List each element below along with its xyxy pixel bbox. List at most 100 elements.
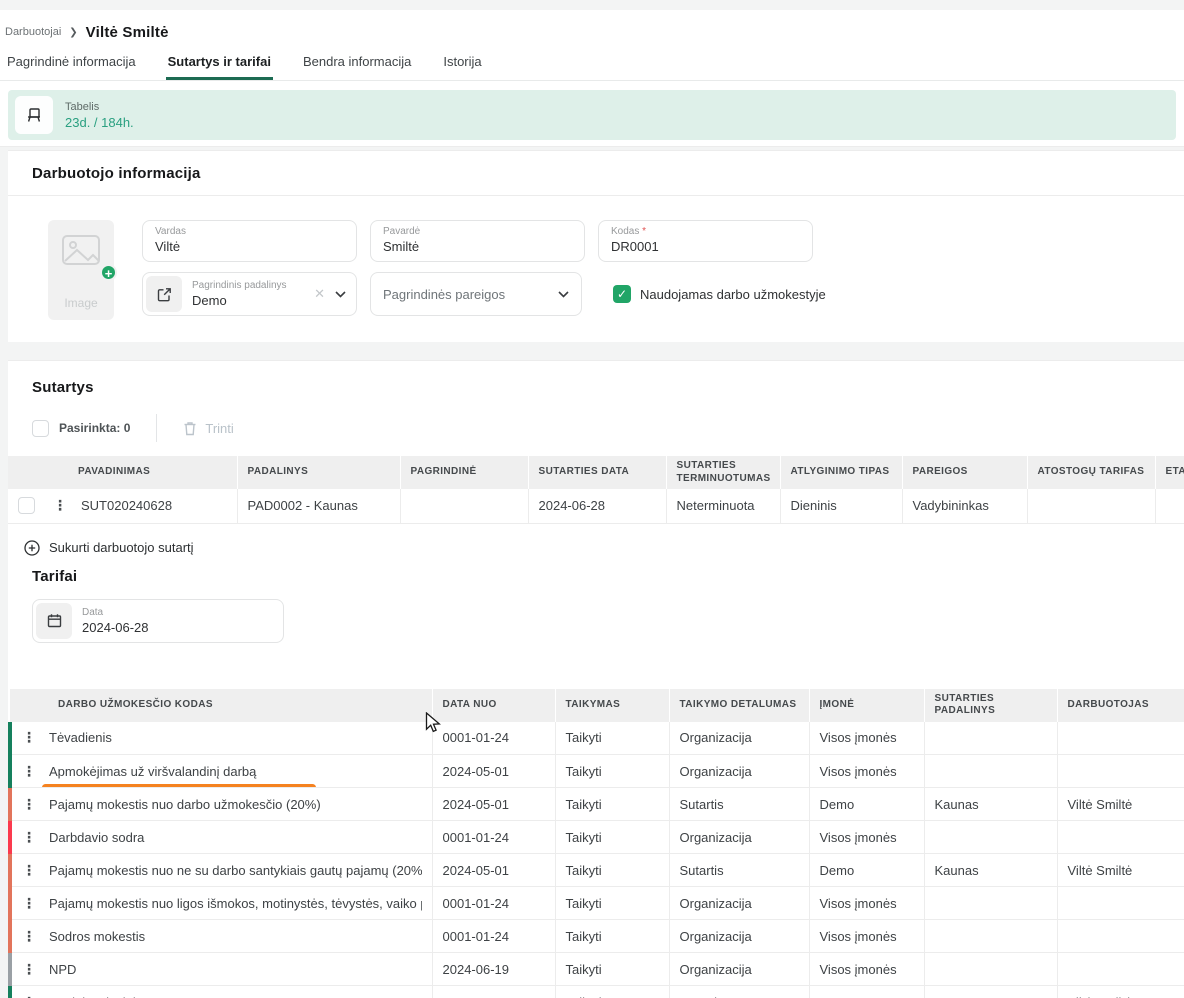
col-employee[interactable]: Darbuotojas — [1057, 689, 1184, 722]
tariff-detail: Organizacija — [669, 755, 809, 788]
tariff-date-from: 0001-01-24 — [432, 887, 555, 920]
col-pavadinimas[interactable]: Pavadinimas — [8, 456, 237, 489]
main-department-field[interactable]: Pagrindinis padalinys Demo ✕ — [142, 272, 357, 316]
tab-bendra-informacija[interactable]: Bendra informacija — [301, 50, 413, 80]
tariff-date-from: 2024-06-19 — [432, 953, 555, 986]
tariff-department — [924, 887, 1057, 920]
tariffs-section-title: Tarifai — [8, 568, 1184, 585]
create-contract-button[interactable]: Sukurti darbuotojo sutartį — [24, 540, 1184, 556]
tariff-company: Visos įmonės — [809, 722, 924, 755]
tariff-row[interactable]: ⋮Pajamų mokestis nuo ligos išmokos, moti… — [10, 887, 1184, 920]
tariff-employee: Viltė Smiltė — [1057, 986, 1184, 998]
breadcrumb: Darbuotojai ❯ Viltė Smiltė — [0, 10, 1184, 42]
col-application-detail[interactable]: Taikymo detalumas — [669, 689, 809, 722]
delete-button[interactable]: Trinti — [183, 421, 233, 436]
tariff-application: Taikyti — [555, 788, 669, 821]
row-menu-icon[interactable]: ⋮ — [22, 895, 32, 912]
row-menu-icon[interactable]: ⋮ — [22, 796, 32, 813]
col-company[interactable]: Įmonė — [809, 689, 924, 722]
tariff-date-from: 2024-05-01 — [432, 755, 555, 788]
tariffs-header-row: Darbo užmokesčio kodas Data nuo Taikymas… — [10, 689, 1184, 722]
tariff-date-label: Data — [82, 607, 273, 618]
row-menu-icon[interactable]: ⋮ — [22, 994, 32, 998]
col-application[interactable]: Taikymas — [555, 689, 669, 722]
tariff-application: Taikyti — [555, 953, 669, 986]
calendar-icon — [47, 613, 62, 628]
tariff-row[interactable]: ⋮Sodros mokestis 0001-01-24 Taikyti Orga… — [10, 920, 1184, 953]
contract-row[interactable]: ⋮ SUT020240628 PAD0002 - Kaunas 2024-06-… — [8, 489, 1184, 523]
tariff-row[interactable]: ⋮Apmokėjimas už viršvalandinį darbą 2024… — [10, 755, 1184, 788]
external-link-icon — [157, 287, 172, 302]
contracts-toolbar: Pasirinkta: 0 Trinti — [8, 414, 1184, 442]
col-date-from[interactable]: Data nuo — [432, 689, 555, 722]
tab-pagrindine-informacija[interactable]: Pagrindinė informacija — [5, 50, 138, 80]
tariff-row[interactable]: ⋮Darbdavio sodra 0001-01-24 Taikyti Orga… — [10, 821, 1184, 854]
chevron-right-icon: ❯ — [69, 27, 77, 38]
row-menu-icon[interactable]: ⋮ — [53, 497, 63, 514]
row-menu-icon[interactable]: ⋮ — [22, 729, 32, 746]
chevron-down-icon[interactable] — [335, 291, 346, 298]
tariff-date-value[interactable]: 2024-06-28 — [82, 620, 273, 635]
employee-photo-upload[interactable]: + Image — [48, 220, 114, 320]
main-department-value[interactable]: Demo — [192, 293, 314, 308]
tariff-row[interactable]: ⋮Etatinis atlyginimas 2024-06-28 Taikyti… — [10, 986, 1184, 998]
contracts-section: Sutartys Pasirinkta: 0 Trinti Pavadinima… — [8, 360, 1184, 998]
row-menu-icon[interactable]: ⋮ — [22, 928, 32, 945]
employee-section-title: Darbuotojo informacija — [8, 165, 1184, 182]
main-department-label: Pagrindinis padalinys — [192, 280, 314, 291]
tariff-date-field[interactable]: Data 2024-06-28 — [32, 599, 284, 643]
code-field[interactable]: Kodas * DR0001 — [598, 220, 813, 262]
col-terminuotumas[interactable]: Sutarties terminuotumas — [666, 456, 780, 489]
col-pareigos[interactable]: Pareigos — [902, 456, 1027, 489]
tariff-name: Sodros mokestis — [49, 929, 422, 944]
calendar-button[interactable] — [36, 603, 72, 639]
col-padalinys[interactable]: Padalinys — [237, 456, 400, 489]
tab-istorija[interactable]: Istorija — [441, 50, 483, 80]
row-menu-icon[interactable]: ⋮ — [22, 763, 32, 780]
last-name-value[interactable]: Smiltė — [383, 239, 572, 254]
col-eta[interactable]: Eta — [1155, 456, 1184, 489]
tariff-application: Taikyti — [555, 755, 669, 788]
open-department-button[interactable] — [146, 276, 182, 312]
code-value[interactable]: DR0001 — [611, 239, 800, 254]
tariff-row[interactable]: ⋮Pajamų mokestis nuo ne su darbo santyki… — [10, 854, 1184, 887]
tariff-department: Kaunas — [924, 854, 1057, 887]
tariff-row[interactable]: ⋮ Pajamų mokestis nuo darbo užmokesčio (2… — [10, 788, 1184, 821]
tariffs-table: Darbo užmokesčio kodas Data nuo Taikymas… — [8, 689, 1184, 998]
tariff-row[interactable]: ⋮NPD 2024-06-19 Taikyti Organizacija Vis… — [10, 953, 1184, 986]
tariff-employee — [1057, 887, 1184, 920]
breadcrumb-parent[interactable]: Darbuotojai — [5, 26, 61, 38]
row-menu-icon[interactable]: ⋮ — [22, 961, 32, 978]
col-contract-department[interactable]: Sutarties padalinys — [924, 689, 1057, 722]
col-pagrindine[interactable]: Pagrindinė — [400, 456, 528, 489]
payroll-usage-checkbox[interactable]: ✓ — [613, 285, 631, 303]
select-all-checkbox[interactable] — [32, 420, 49, 437]
add-photo-icon[interactable]: + — [100, 264, 117, 281]
tab-sutartys-ir-tarifai[interactable]: Sutartys ir tarifai — [166, 50, 273, 80]
tariff-company: Demo — [809, 854, 924, 887]
timesheet-icon-box[interactable] — [15, 96, 53, 134]
main-position-select[interactable]: Pagrindinės pareigos — [370, 272, 582, 316]
first-name-label: Vardas — [155, 226, 344, 237]
tariff-department — [924, 722, 1057, 755]
tariff-row[interactable]: ⋮Tėvadienis 0001-01-24 Taikyti Organizac… — [10, 722, 1184, 755]
col-salary-code[interactable]: Darbo užmokesčio kodas — [10, 689, 432, 722]
first-name-field[interactable]: Vardas Viltė — [142, 220, 357, 262]
row-menu-icon[interactable]: ⋮ — [22, 862, 32, 879]
tariff-department: Kaunas — [924, 986, 1057, 998]
tariff-name: Pajamų mokestis nuo darbo užmokesčio (20… — [49, 797, 422, 812]
tariff-department: Kaunas — [924, 788, 1057, 821]
col-sutarties-data[interactable]: Sutarties data — [528, 456, 666, 489]
col-atostogu-tarifas[interactable]: Atostogų tarifas — [1027, 456, 1155, 489]
tariff-application: Taikyti — [555, 821, 669, 854]
row-checkbox[interactable] — [18, 497, 35, 514]
clear-icon[interactable]: ✕ — [314, 286, 325, 302]
last-name-field[interactable]: Pavardė Smiltė — [370, 220, 585, 262]
tariff-department — [924, 821, 1057, 854]
row-menu-icon[interactable]: ⋮ — [22, 829, 32, 846]
tariff-name: Darbdavio sodra — [49, 830, 422, 845]
col-atlyginimo-tipas[interactable]: Atlyginimo tipas — [780, 456, 902, 489]
tariff-company: Demo — [809, 788, 924, 821]
first-name-value[interactable]: Viltė — [155, 239, 344, 254]
tariff-date-from: 0001-01-24 — [432, 821, 555, 854]
